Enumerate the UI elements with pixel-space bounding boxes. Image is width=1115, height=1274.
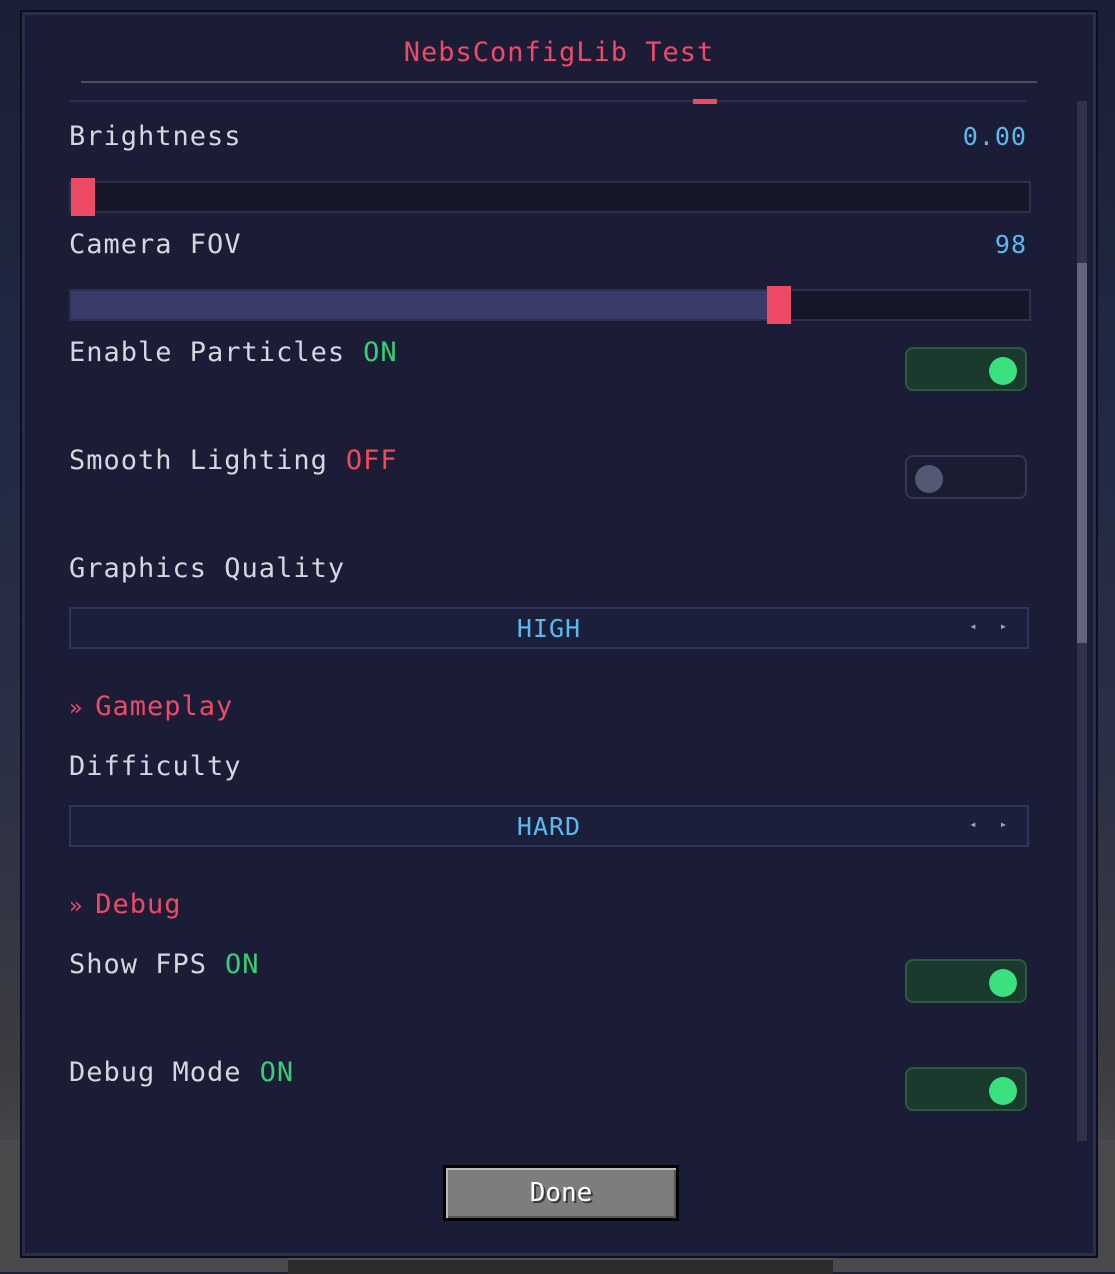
toggle-knob xyxy=(989,1077,1017,1105)
camera-fov-label: Camera FOV xyxy=(69,229,242,260)
smooth-lighting-label: Smooth Lighting xyxy=(69,445,328,476)
brightness-value: 0.00 xyxy=(962,122,1027,151)
chevron-icon: » xyxy=(69,696,84,721)
show-fps-toggle[interactable] xyxy=(905,959,1027,1003)
debug-mode-toggle[interactable] xyxy=(905,1067,1027,1111)
debug-mode-label: Debug Mode xyxy=(69,1057,242,1088)
camera-fov-value: 98 xyxy=(994,230,1027,259)
difficulty-label: Difficulty xyxy=(69,751,242,782)
chevron-icon: » xyxy=(69,894,84,919)
difficulty-value: HARD xyxy=(516,812,582,841)
smooth-lighting-toggle[interactable] xyxy=(905,455,1027,499)
enable-particles-state: ON xyxy=(363,337,398,368)
title-divider xyxy=(81,81,1037,83)
section-header-gameplay: » Gameplay xyxy=(69,691,233,722)
section-header-debug: » Debug xyxy=(69,889,182,920)
debug-mode-state: ON xyxy=(259,1057,295,1088)
show-fps-row: Show FPS ON xyxy=(69,949,260,980)
camera-fov-slider[interactable] xyxy=(69,286,1031,324)
camera-fov-slider-fill xyxy=(71,291,767,319)
toggle-knob xyxy=(989,357,1017,385)
smooth-lighting-state: OFF xyxy=(345,445,398,476)
debug-mode-row: Debug Mode ON xyxy=(69,1057,294,1088)
camera-fov-slider-handle[interactable] xyxy=(767,286,791,324)
difficulty-cycle-button[interactable]: HARD ◂ ▸ xyxy=(69,805,1029,847)
graphics-quality-value: HIGH xyxy=(516,614,582,643)
toggle-knob xyxy=(989,969,1017,997)
graphics-quality-cycle-button[interactable]: HIGH ◂ ▸ xyxy=(69,607,1029,649)
cycle-arrows-icon: ◂ ▸ xyxy=(969,619,1015,633)
brightness-label: Brightness xyxy=(69,121,242,152)
show-fps-state: ON xyxy=(225,949,260,980)
screen-title: NebsConfigLib Test xyxy=(403,37,715,68)
brightness-slider[interactable] xyxy=(69,178,1031,216)
list-top-border xyxy=(69,100,1027,102)
graphics-quality-label: Graphics Quality xyxy=(69,553,346,584)
cycle-arrows-icon: ◂ ▸ xyxy=(969,817,1015,831)
show-fps-label: Show FPS xyxy=(69,949,208,980)
config-panel: NebsConfigLib Test Brightness 0.00 Camer… xyxy=(22,12,1096,1256)
done-button[interactable]: Done xyxy=(443,1165,679,1221)
enable-particles-toggle[interactable] xyxy=(905,347,1027,391)
smooth-lighting-row: Smooth Lighting OFF xyxy=(69,445,398,476)
enable-particles-row: Enable Particles ON xyxy=(69,337,398,368)
scroll-position-marker xyxy=(693,99,717,104)
scrollbar-thumb[interactable] xyxy=(1077,263,1087,643)
section-title-gameplay: Gameplay xyxy=(95,691,234,722)
section-title-debug: Debug xyxy=(95,889,182,920)
brightness-slider-handle[interactable] xyxy=(71,178,95,216)
toggle-knob xyxy=(915,465,943,493)
enable-particles-label: Enable Particles xyxy=(69,337,346,368)
